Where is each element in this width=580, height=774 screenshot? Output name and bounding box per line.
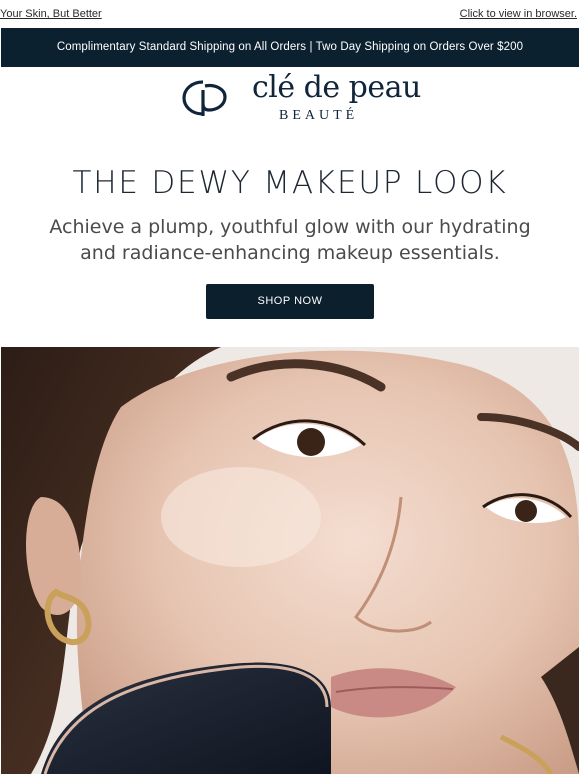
shipping-banner: Complimentary Standard Shipping on All O… <box>1 28 579 67</box>
subheadline-line-2: and radiance-enhancing makeup essentials… <box>80 242 500 264</box>
brand-wordmark: clé de peau <box>252 70 421 105</box>
cle-de-peau-monogram-icon <box>182 80 227 116</box>
view-in-browser-link[interactable]: Click to view in browser. <box>460 0 577 28</box>
brand-sub-wordmark: BEAUTÉ <box>279 108 359 123</box>
subheadline: Achieve a plump, youthful glow with our … <box>0 214 580 266</box>
page-title: THE DEWY MAKEUP LOOK <box>72 165 508 201</box>
preheader-tagline-link[interactable]: Your Skin, But Better <box>0 0 102 28</box>
shipping-banner-text: Complimentary Standard Shipping on All O… <box>56 41 524 53</box>
brand-logo[interactable]: clé de peau BEAUTÉ <box>0 70 580 132</box>
hero-image[interactable] <box>1 347 579 774</box>
model-face-photo <box>1 347 579 774</box>
subheadline-line-1: Achieve a plump, youthful glow with our … <box>49 216 531 238</box>
shop-now-button[interactable]: SHOP NOW <box>206 284 374 319</box>
preheader: Your Skin, But Better Click to view in b… <box>0 0 580 26</box>
